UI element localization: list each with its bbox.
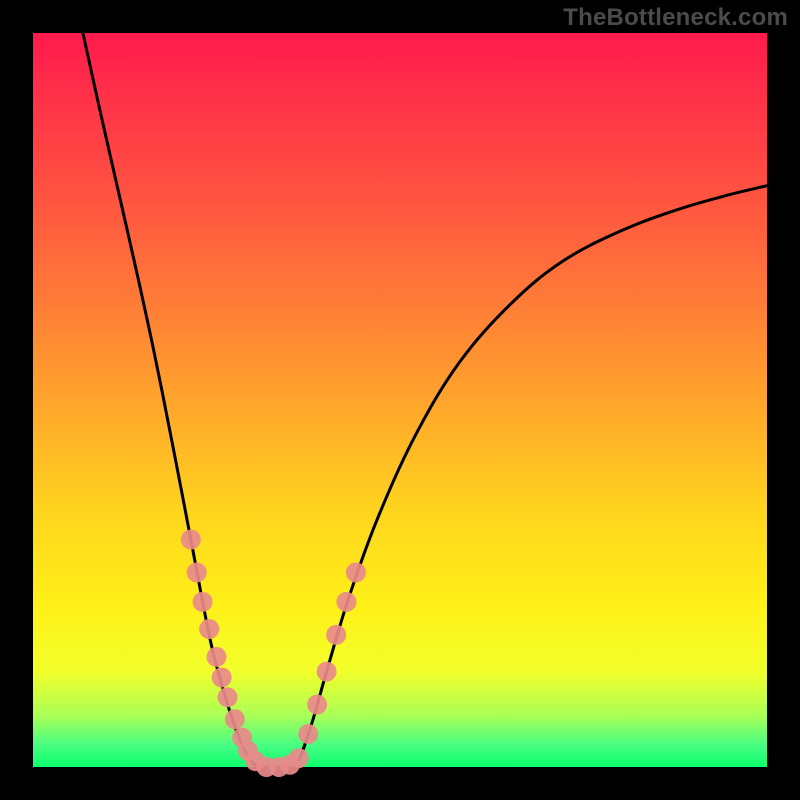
- data-point: [298, 724, 318, 744]
- data-point: [212, 667, 232, 687]
- watermark-text: TheBottleneck.com: [563, 4, 788, 32]
- curve-layer: [83, 33, 767, 768]
- data-point: [181, 529, 201, 549]
- chart-frame: TheBottleneck.com: [0, 0, 800, 800]
- data-point: [307, 695, 327, 715]
- marker-layer: [181, 529, 366, 777]
- plot-outer: [33, 33, 767, 767]
- data-point: [336, 592, 356, 612]
- data-point: [218, 687, 238, 707]
- data-point: [346, 562, 366, 582]
- data-point: [187, 562, 207, 582]
- data-point: [326, 625, 346, 645]
- data-point: [317, 662, 337, 682]
- data-point: [193, 592, 213, 612]
- bottleneck-curve: [83, 33, 767, 768]
- data-point: [225, 709, 245, 729]
- data-point: [199, 619, 219, 639]
- data-point: [289, 748, 309, 768]
- chart-svg: [33, 33, 767, 767]
- data-point: [207, 647, 227, 667]
